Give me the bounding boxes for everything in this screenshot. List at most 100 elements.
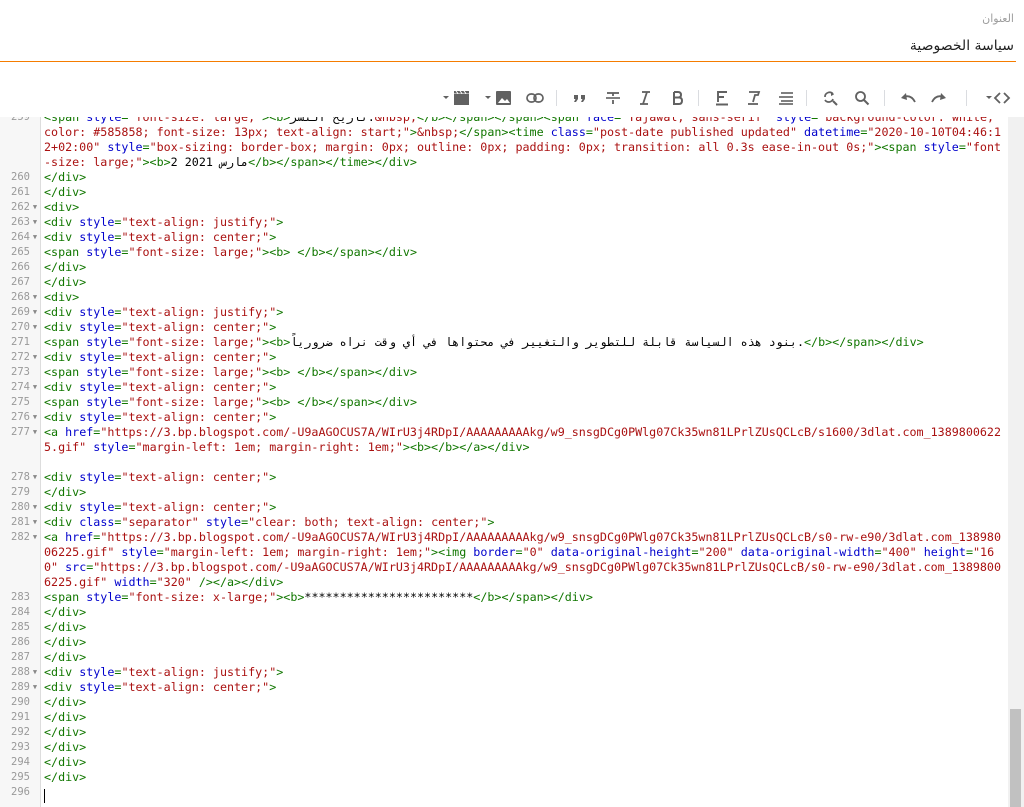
code-line[interactable]: 278 ▼ <div style="text-align: center;"> — [0, 470, 1008, 485]
code-text: </div> — [44, 605, 87, 619]
code-line[interactable]: 267 </div> — [0, 275, 1008, 290]
line-number: 291 — [11, 711, 30, 723]
fold-arrow-icon[interactable]: ▼ — [31, 380, 39, 395]
code-text: <span style="font-size: large;"><b>بنود … — [44, 335, 924, 349]
code-line[interactable]: 275 <span style="font-size: large;"><b> <… — [0, 395, 1008, 410]
redo-button[interactable] — [928, 86, 950, 110]
code-text: <a href="https://3.bp.blogspot.com/-U9aA… — [44, 530, 1002, 589]
code-line[interactable]: 283 <span style="font-size: x-large;"><b>… — [0, 590, 1008, 605]
line-number: 292 — [11, 726, 30, 738]
code-line[interactable]: 287 </div> — [0, 650, 1008, 665]
toolbar-separator — [966, 90, 967, 106]
find-replace-button[interactable] — [819, 86, 841, 110]
fold-arrow-icon[interactable]: ▼ — [31, 680, 39, 695]
code-line[interactable]: 291 </div> — [0, 710, 1008, 725]
fold-arrow-icon[interactable]: ▼ — [31, 200, 39, 215]
line-number: 290 — [11, 696, 30, 708]
code-line[interactable]: 272 ▼ <div style="text-align: center;"> — [0, 350, 1008, 365]
align-button[interactable] — [775, 86, 797, 110]
line-number: 293 — [11, 741, 30, 753]
fold-arrow-icon[interactable]: ▼ — [31, 410, 39, 425]
quote-button[interactable] — [569, 86, 591, 110]
code-line[interactable]: 293 </div> — [0, 740, 1008, 755]
find-replace-icon — [824, 91, 838, 106]
insert-image-button[interactable] — [483, 86, 515, 110]
fold-arrow-icon[interactable]: ▼ — [31, 230, 39, 245]
code-line[interactable]: 288 ▼ <div style="text-align: justify;"> — [0, 665, 1008, 680]
code-line[interactable]: 265 <span style="font-size: large;"><b> <… — [0, 245, 1008, 260]
insert-video-button[interactable] — [441, 86, 473, 110]
code-line[interactable]: 273 <span style="font-size: large;"><b> <… — [0, 365, 1008, 380]
code-line[interactable]: 289 ▼ <div style="text-align: center;"> — [0, 680, 1008, 695]
code-line[interactable]: 294 </div> — [0, 755, 1008, 770]
code-text: </div> — [44, 650, 87, 664]
strikethrough-button[interactable] — [602, 86, 624, 110]
code-line[interactable]: 263 ▼ <div style="text-align: justify;"> — [0, 215, 1008, 230]
code-line[interactable]: 264 ▼ <div style="text-align: center;"> — [0, 230, 1008, 245]
fold-arrow-icon[interactable]: ▼ — [31, 290, 39, 305]
fold-arrow-icon[interactable]: ▼ — [31, 530, 39, 545]
fold-arrow-icon[interactable]: ▼ — [31, 215, 39, 230]
fold-arrow-icon[interactable]: ▼ — [31, 500, 39, 515]
line-number: 268 — [11, 291, 30, 303]
fold-arrow-icon[interactable]: ▼ — [31, 425, 39, 440]
code-line[interactable]: 260 </div> — [0, 170, 1008, 185]
fold-arrow-icon[interactable]: ▼ — [31, 470, 39, 485]
code-line[interactable]: 270 ▼ <div style="text-align: center;"> — [0, 320, 1008, 335]
code-line[interactable]: 276 ▼ <div style="text-align: center;"> — [0, 410, 1008, 425]
fold-arrow-icon[interactable]: ▼ — [31, 305, 39, 320]
code-line[interactable]: 279 </div> — [0, 485, 1008, 500]
line-number: 278 — [11, 471, 30, 483]
code-line[interactable]: 282 ▼ <a href="https://3.bp.blogspot.com/-… — [0, 530, 1008, 590]
html-code-editor[interactable]: 259 <span style="font-size: large;"><b>تا… — [0, 117, 1008, 807]
line-number: 277 — [11, 426, 30, 438]
code-line[interactable]: 296 — [0, 785, 1008, 800]
line-number: 262 — [11, 201, 30, 213]
post-title-input[interactable]: سياسة الخصوصية — [910, 38, 1014, 54]
fold-arrow-icon[interactable]: ▼ — [31, 515, 39, 530]
code-line[interactable]: 286 </div> — [0, 635, 1008, 650]
code-line[interactable]: 281 ▼ <div class="separator" style="clear:… — [0, 515, 1008, 530]
italic-button[interactable] — [634, 86, 656, 110]
code-line[interactable]: 290 </div> — [0, 695, 1008, 710]
search-button[interactable] — [851, 86, 873, 110]
fold-arrow-icon[interactable]: ▼ — [31, 665, 39, 680]
code-line[interactable]: 277 ▼ <a href="https://3.bp.blogspot.com/-… — [0, 425, 1008, 470]
html-view-toggle-button[interactable] — [982, 86, 1014, 110]
toolbar-separator — [556, 90, 557, 106]
image-icon — [485, 91, 511, 105]
vertical-scrollbar[interactable] — [1008, 117, 1024, 807]
code-line[interactable]: 274 ▼ <div style="text-align: center;"> — [0, 380, 1008, 395]
code-line[interactable]: 271 <span style="font-size: large;"><b>بن… — [0, 335, 1008, 350]
scrollbar-thumb[interactable] — [1010, 709, 1021, 807]
code-line[interactable]: 262 ▼ <div> — [0, 200, 1008, 215]
code-line[interactable]: 259 <span style="font-size: large;"><b>تا… — [0, 117, 1008, 170]
code-text: <div style="text-align: justify;"> — [44, 665, 284, 679]
code-text: <div style="text-align: center;"> — [44, 470, 277, 484]
code-text: <div style="text-align: justify;"> — [44, 215, 284, 229]
fold-arrow-icon[interactable]: ▼ — [31, 350, 39, 365]
code-line[interactable]: 268 ▼ <div> — [0, 290, 1008, 305]
code-line[interactable]: 269 ▼ <div style="text-align: justify;"> — [0, 305, 1008, 320]
code-line[interactable]: 292 </div> — [0, 725, 1008, 740]
code-line[interactable]: 295 </div> — [0, 770, 1008, 785]
code-line[interactable]: 284 </div> — [0, 605, 1008, 620]
clear-formatting-button[interactable] — [742, 86, 764, 110]
line-number: 295 — [11, 771, 30, 783]
text-color-button[interactable] — [711, 86, 733, 110]
code-line[interactable]: 261 </div> — [0, 185, 1008, 200]
fold-arrow-icon[interactable]: ▼ — [31, 320, 39, 335]
line-number: 261 — [11, 186, 30, 198]
line-number: 289 — [11, 681, 30, 693]
bold-button[interactable] — [666, 86, 688, 110]
code-line[interactable]: 285 </div> — [0, 620, 1008, 635]
title-label: العنوان — [982, 12, 1014, 25]
line-number: 296 — [11, 786, 30, 798]
line-number: 294 — [11, 756, 30, 768]
code-line[interactable]: 266 </div> — [0, 260, 1008, 275]
undo-button[interactable] — [897, 86, 919, 110]
code-line[interactable]: 280 ▼ <div style="text-align: center;"> — [0, 500, 1008, 515]
line-number: 270 — [11, 321, 30, 333]
link-button[interactable] — [524, 86, 546, 110]
undo-icon — [901, 93, 916, 103]
